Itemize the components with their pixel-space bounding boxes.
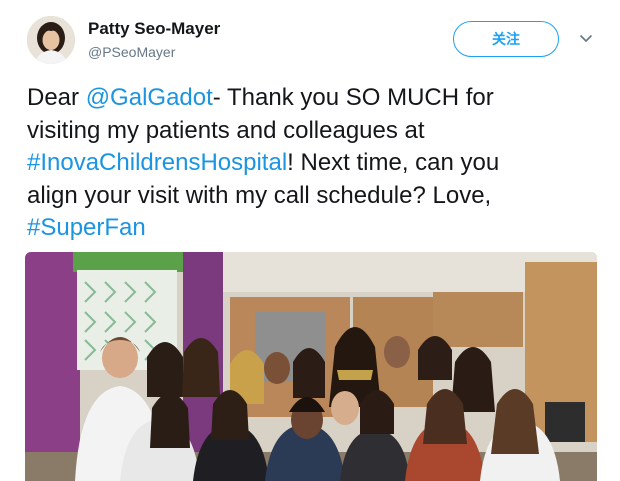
tweet-line: Dear @GalGadot- Thank you SO MUCH for: [27, 82, 597, 115]
tweet-card: Patty Seo-Mayer @PSeoMayer 关注 Dear @GalG…: [0, 0, 620, 481]
hashtag-link[interactable]: #InovaChildrensHospital: [27, 149, 287, 176]
text-segment: Dear: [27, 84, 86, 111]
display-name[interactable]: Patty Seo-Mayer: [88, 19, 220, 39]
tweet-line: #SuperFan: [27, 212, 597, 245]
text-segment: visiting my patients and colleagues at: [27, 116, 425, 144]
user-handle[interactable]: @PSeoMayer: [88, 44, 175, 60]
text-segment: align your visit with my call schedule? …: [27, 181, 492, 209]
user-avatar[interactable]: [27, 16, 75, 64]
tweet-text: Dear @GalGadot- Thank you SO MUCH for vi…: [27, 82, 597, 245]
text-segment: ! Next time, can you: [287, 149, 500, 176]
tweet-photo[interactable]: [25, 252, 597, 481]
tweet-line: align your visit with my call schedule? …: [27, 180, 597, 213]
tweet-line: #InovaChildrensHospital! Next time, can …: [27, 147, 597, 180]
tweet-line: visiting my patients and colleagues at: [27, 115, 597, 148]
mention-link[interactable]: @GalGadot: [86, 84, 213, 111]
group-photo-image: [25, 252, 597, 481]
follow-button[interactable]: 关注: [453, 21, 559, 57]
hashtag-link[interactable]: #SuperFan: [27, 214, 146, 241]
text-segment: - Thank you SO MUCH for: [212, 84, 494, 111]
chevron-down-icon[interactable]: [578, 32, 594, 46]
avatar-image: [27, 16, 75, 64]
